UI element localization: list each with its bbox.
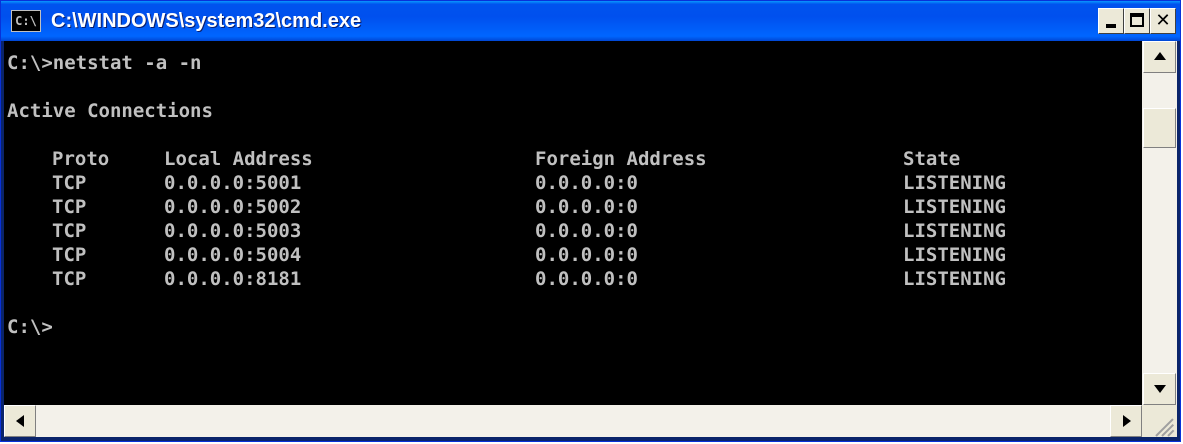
- maximize-button[interactable]: [1124, 8, 1150, 34]
- horizontal-scrollbar[interactable]: [4, 405, 1142, 437]
- row-proto: TCP: [52, 244, 87, 266]
- minimize-button[interactable]: [1098, 8, 1124, 34]
- row-proto: TCP: [52, 172, 87, 194]
- scroll-right-arrow-icon: [1123, 415, 1131, 427]
- row-state: LISTENING: [903, 196, 1006, 218]
- row-state: LISTENING: [903, 244, 1006, 266]
- row-foreign-address: 0.0.0.0:0: [535, 220, 638, 242]
- scroll-left-arrow-icon: [16, 415, 24, 427]
- header-foreign-address: Foreign Address: [535, 148, 707, 170]
- scroll-up-arrow-icon: [1154, 52, 1166, 60]
- row-local-address: 0.0.0.0:8181: [164, 268, 302, 290]
- cmd-console-icon[interactable]: C:\: [11, 10, 41, 32]
- row-foreign-address: 0.0.0.0:0: [535, 268, 638, 290]
- section-title: Active Connections: [7, 100, 213, 122]
- row-proto: TCP: [52, 196, 87, 218]
- command-prompt[interactable]: C:\>: [7, 315, 53, 339]
- scroll-left-button[interactable]: [4, 405, 36, 437]
- header-state: State: [903, 148, 961, 170]
- row-local-address: 0.0.0.0:5002: [164, 196, 302, 218]
- resize-grip[interactable]: [1142, 405, 1177, 437]
- close-button[interactable]: ✕: [1150, 8, 1176, 34]
- header-proto: Proto: [52, 148, 110, 170]
- row-foreign-address: 0.0.0.0:0: [535, 172, 638, 194]
- cmd-window: C:\ C:\WINDOWS\system32\cmd.exe ✕ C:\>ne…: [0, 0, 1181, 442]
- command-line: C:\>netstat -a -n: [7, 52, 202, 74]
- vertical-scrollbar[interactable]: [1142, 41, 1177, 405]
- row-local-address: 0.0.0.0:5004: [164, 244, 302, 266]
- maximize-icon: [1130, 13, 1144, 27]
- console-output[interactable]: C:\>netstat -a -n Active Connections Pro…: [4, 41, 1142, 405]
- scroll-down-arrow-icon: [1154, 385, 1166, 393]
- scroll-up-button[interactable]: [1143, 41, 1176, 73]
- row-state: LISTENING: [903, 172, 1006, 194]
- title-bar[interactable]: C:\ C:\WINDOWS\system32\cmd.exe ✕: [1, 1, 1180, 41]
- scroll-down-button[interactable]: [1143, 373, 1176, 405]
- row-local-address: 0.0.0.0:5001: [164, 172, 302, 194]
- row-proto: TCP: [52, 220, 87, 242]
- row-foreign-address: 0.0.0.0:0: [535, 196, 638, 218]
- row-proto: TCP: [52, 268, 87, 290]
- row-local-address: 0.0.0.0:5003: [164, 220, 302, 242]
- header-local-address: Local Address: [164, 148, 313, 170]
- minimize-icon: [1106, 24, 1116, 28]
- vertical-scroll-thumb[interactable]: [1143, 108, 1176, 148]
- window-title: C:\WINDOWS\system32\cmd.exe: [51, 10, 362, 32]
- row-state: LISTENING: [903, 220, 1006, 242]
- row-state: LISTENING: [903, 268, 1006, 290]
- close-icon: ✕: [1155, 10, 1171, 31]
- row-foreign-address: 0.0.0.0:0: [535, 244, 638, 266]
- scroll-right-button[interactable]: [1110, 405, 1142, 437]
